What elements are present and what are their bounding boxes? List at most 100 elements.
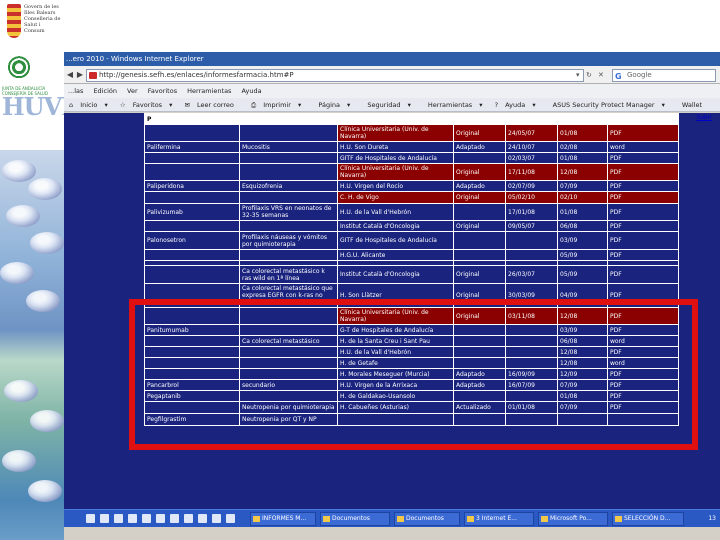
tools-menu-button[interactable]: Herramientas ▾: [418, 98, 488, 111]
quicklaunch-icon[interactable]: [128, 514, 137, 523]
header-cell: [337, 113, 454, 125]
center-cell: Clínica Universitaria (Univ. de Navarra): [337, 163, 454, 181]
date-cell: 01/01/08: [505, 401, 558, 414]
indication-text: Profilaxis VRS en neonatos de 32-35 sema…: [242, 205, 332, 219]
menu-edicion[interactable]: Edición: [89, 84, 121, 98]
indication-text: Ca colorectal metastásico que expresa EG…: [242, 285, 333, 306]
quicklaunch-icon[interactable]: [86, 514, 95, 523]
format-cell[interactable]: PDF: [607, 220, 679, 232]
quicklaunch-icon[interactable]: [142, 514, 151, 523]
taskbar-button-powerpoint[interactable]: Microsoft Po...: [538, 512, 608, 526]
format-text: PDF: [610, 370, 622, 378]
wallet-button[interactable]: Wallet: [672, 98, 712, 111]
menu-favoritos[interactable]: Favoritos: [144, 84, 181, 98]
taskbar-button-documentos-2[interactable]: Documentos: [394, 512, 460, 526]
format-cell[interactable]: PDF: [607, 401, 679, 414]
tools-label: Herramientas: [427, 101, 473, 109]
table-row: Panitumumab G-T de Hospitales de Andalucí…: [144, 324, 679, 336]
format-cell[interactable]: PDF: [607, 191, 679, 204]
back-icon[interactable]: ◀: [65, 69, 75, 81]
center-cell: H.G.U. Alicante: [337, 249, 454, 261]
format-cell[interactable]: word: [607, 357, 679, 369]
version-text: 04/09: [560, 292, 578, 299]
home-button[interactable]: ⌂ Inicio ▾: [64, 98, 113, 111]
menu-bar: ...las Edición Ver Favoritos Herramienta…: [64, 84, 720, 98]
quicklaunch-icon[interactable]: [226, 514, 235, 523]
version-text: 12/08: [560, 359, 578, 367]
format-cell[interactable]: PDF: [607, 249, 679, 261]
type-cell: Original: [453, 191, 506, 204]
date-cell: 16/07/09: [505, 379, 558, 391]
version-text: 03/09: [560, 326, 578, 334]
drug-name-text: Pegfilgrastim: [147, 416, 187, 423]
format-cell[interactable]: PDF: [607, 203, 679, 221]
quicklaunch-icon[interactable]: [184, 514, 193, 523]
drug-name-cell: [144, 346, 240, 358]
mail-button[interactable]: ✉ Leer correo: [180, 98, 244, 111]
help-menu-button[interactable]: ? Ayuda ▾: [490, 98, 541, 111]
type-text: Original: [456, 292, 480, 299]
quicklaunch-icon[interactable]: [170, 514, 179, 523]
dropdown-icon[interactable]: ▾: [576, 70, 580, 80]
quicklaunch-icon[interactable]: [212, 514, 221, 523]
center-text: G-T de Hospitales de Andalucía: [340, 326, 434, 334]
huvr-logo: HUVR: [2, 92, 64, 121]
format-cell[interactable]: PDF: [607, 346, 679, 358]
format-cell[interactable]: PDF: [607, 124, 679, 142]
table-row: Clínica Universitaria (Univ. de Navarra)…: [144, 307, 679, 325]
menu-archivo[interactable]: ...las: [64, 84, 87, 98]
format-cell[interactable]: PDF: [607, 379, 679, 391]
favorites-button[interactable]: ☆ Favoritos ▾: [115, 98, 178, 111]
page-menu-button[interactable]: Página ▾: [308, 98, 355, 111]
taskbar-button-documentos-1[interactable]: Documentos: [320, 512, 390, 526]
date-text: 17/11/08: [508, 168, 535, 176]
format-cell[interactable]: PDF: [607, 163, 679, 181]
stop-icon[interactable]: ✕: [598, 70, 604, 80]
center-cell: H. Morales Meseguer (Murcia): [337, 368, 454, 380]
type-cell: Original: [453, 307, 506, 325]
quicklaunch-icon[interactable]: [100, 514, 109, 523]
version-text: 06/08: [560, 222, 578, 230]
format-cell[interactable]: PDF: [607, 307, 679, 325]
version-cell: 01/08: [557, 124, 608, 142]
format-cell[interactable]: PDF: [607, 152, 679, 164]
format-cell[interactable]: PDF: [607, 180, 679, 192]
type-cell: [453, 413, 506, 426]
search-input[interactable]: G Google: [612, 69, 716, 82]
type-cell: Original: [453, 163, 506, 181]
quicklaunch-icon[interactable]: [198, 514, 207, 523]
asus-security-button[interactable]: ASUS Security Protect Manager ▾: [543, 98, 670, 111]
version-cell: 01/08: [557, 203, 608, 221]
format-cell[interactable]: PDF: [607, 368, 679, 380]
version-text: 07/09: [560, 182, 578, 190]
indication-text: Ca colorectal metastásico: [242, 337, 320, 345]
format-cell[interactable]: PDF: [607, 283, 679, 308]
format-cell[interactable]: PDF: [607, 390, 679, 402]
taskbar-button-informes[interactable]: INFORMES M...: [250, 512, 316, 526]
page-label: Página: [318, 101, 340, 109]
format-cell[interactable]: PDF: [607, 324, 679, 336]
quicklaunch-icon[interactable]: [156, 514, 165, 523]
screen: Govern de les Illes Balears Conselleria …: [0, 0, 720, 540]
print-button[interactable]: ⎙ Imprimir ▾: [246, 98, 306, 111]
taskbar-button-internet-explorer[interactable]: 3 Internet E...: [464, 512, 534, 526]
refresh-icon[interactable]: ↻: [586, 70, 592, 80]
security-menu-button[interactable]: Seguridad ▾: [357, 98, 415, 111]
menu-herramientas[interactable]: Herramientas: [183, 84, 235, 98]
format-cell[interactable]: PDF: [607, 231, 679, 250]
url-input[interactable]: http://genesis.sefh.es/enlaces/informesf…: [86, 69, 584, 82]
menu-ver[interactable]: Ver: [123, 84, 142, 98]
version-text: 03/09: [560, 237, 578, 244]
format-cell[interactable]: word: [607, 335, 679, 347]
menu-ayuda[interactable]: Ayuda: [238, 84, 266, 98]
forward-icon[interactable]: ▶: [75, 69, 85, 81]
center-cell: H.U. Virgen de la Arrixaca: [337, 379, 454, 391]
version-text: 05/09: [560, 271, 578, 278]
quicklaunch-icon[interactable]: [114, 514, 123, 523]
format-cell[interactable]: PDF: [607, 265, 679, 284]
format-text: PDF: [610, 194, 622, 201]
format-cell[interactable]: word: [607, 141, 679, 153]
taskbar-button-seleccion[interactable]: SELECCIÓN D...: [612, 512, 684, 526]
subir-link[interactable]: Subir: [696, 114, 712, 121]
type-cell: Adaptado: [453, 368, 506, 380]
